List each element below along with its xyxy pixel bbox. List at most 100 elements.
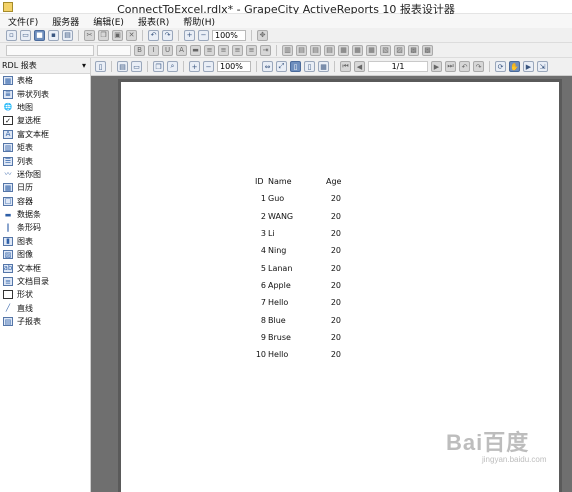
galley-mode-icon[interactable]: ▭ [131,61,142,72]
copy-icon[interactable]: ❐ [98,29,109,41]
single-page-icon[interactable]: ▯ [290,61,301,72]
toolbox-item-line[interactable]: ╱ 直线 [0,302,90,315]
menu-report[interactable]: 报表(R) [138,15,169,28]
toolbox-item-container[interactable]: □ 容器 [0,195,90,208]
toolbox-item-rich-textbox[interactable]: A 富文本框 [0,128,90,141]
align-center-icon[interactable]: ≡ [218,44,229,56]
indent-icon[interactable]: ⇥ [260,44,271,56]
cell-age: 20 [330,246,341,256]
toolbox-item-databar[interactable]: ▬ 数据条 [0,208,90,221]
rich-textbox-icon: A [3,129,13,139]
align-right-icon[interactable]: ≡ [232,44,243,56]
hspace-icon[interactable]: ▧ [380,44,391,56]
toolbox-item-label: 形状 [17,290,33,300]
toolbox-item-list[interactable]: ☰ 列表 [0,154,90,167]
toolbox-item-label: 数据条 [17,210,41,220]
menu-server[interactable]: 服务器 [52,15,79,28]
toolbox-item-subreport[interactable]: ▤ 子报表 [0,315,90,328]
justify-icon[interactable]: ≡ [246,44,257,56]
zoom-select[interactable]: 100% [212,29,246,41]
align-top-icon[interactable]: ▤ [296,44,307,56]
move-icon[interactable]: ✥ [257,29,268,41]
bring-front-icon[interactable]: ▩ [408,44,419,56]
find-icon[interactable]: ⌕ [167,61,178,72]
toolbox-item-shape[interactable]: 形状 [0,288,90,301]
new-icon[interactable]: ▫ [6,29,17,41]
toolbox-item-image[interactable]: ▨ 图像 [0,248,90,261]
menu-edit[interactable]: 编辑(E) [93,15,124,28]
italic-icon[interactable]: I [148,44,159,56]
same-size-icon[interactable]: ▦ [366,44,377,56]
toolbox-item-matrix[interactable]: ▥ 矩表 [0,141,90,154]
separator [147,61,148,72]
menu-help[interactable]: 帮助(H) [183,15,215,28]
page-indicator[interactable]: 1/1 [368,61,428,72]
redo-icon[interactable]: ↷ [162,29,173,41]
toolbox-item-checkbox[interactable]: ✓ 复选框 [0,114,90,127]
toolbox-item-chart[interactable]: ▮ 图表 [0,235,90,248]
toolbox-item-banded-list[interactable]: ≣ 带状列表 [0,87,90,100]
zoom-out-icon[interactable]: − [198,29,209,41]
viewer-zoom-select[interactable]: 100% [217,61,251,72]
forward-icon[interactable]: ↷ [473,61,484,72]
continuous-icon[interactable]: ▯ [304,61,315,72]
print-icon[interactable]: ▤ [117,61,128,72]
report-table: ID Name Age 1 Guo 20 2 WANG 20 3 Li 20 4 Ning 20… [253,173,341,363]
toolbox-item-textbox[interactable]: ab 文本框 [0,261,90,274]
toolbox-item-toc[interactable]: ≡ 文档目录 [0,275,90,288]
toolbox-item-label: 图像 [17,250,33,260]
last-page-icon[interactable]: ⏭ [445,61,456,72]
cell-id: 8 [260,315,266,325]
align-objects-icon[interactable]: ▥ [282,44,293,56]
toolbox-item-table[interactable]: ▦ 表格 [0,74,90,87]
menu-file[interactable]: 文件(F) [8,15,38,28]
fit-page-icon[interactable]: ⤢ [276,61,287,72]
toolbox-item-map[interactable]: 🌐 地图 [0,101,90,114]
toggle-sidebar-icon[interactable]: ▯ [95,61,106,72]
underline-icon[interactable]: U [162,44,173,56]
send-back-icon[interactable]: ▩ [422,44,433,56]
font-family-select[interactable] [6,44,94,56]
cut-icon[interactable]: ✂ [84,29,95,41]
preview-toolbar: ▯ ▤ ▭ ❐ ⌕ + − 100% ⇔ ⤢ ▯ ▯ ▦ ⏮ ◀ 1/1 ▶ ⏭… [91,58,572,76]
save-all-icon[interactable]: ▪ [48,29,59,41]
next-page-icon[interactable]: ▶ [431,61,442,72]
export-icon[interactable]: ⇲ [537,61,548,72]
font-color-icon[interactable]: A [176,44,187,56]
align-middle-icon[interactable]: ▤ [310,44,321,56]
toolbox-header[interactable]: RDL 报表 ▾ [0,58,90,74]
align-bottom-icon[interactable]: ▤ [324,44,335,56]
toolbox-item-label: 日历 [17,183,33,193]
sparkline-icon: 〰 [4,170,12,179]
print-icon[interactable]: ▤ [62,29,73,41]
table-row: 7 Hello 20 [253,294,341,311]
first-page-icon[interactable]: ⏮ [340,61,351,72]
toolbox-item-calendar[interactable]: ▦ 日历 [0,181,90,194]
copy-icon[interactable]: ❐ [153,61,164,72]
vspace-icon[interactable]: ▨ [394,44,405,56]
paste-icon[interactable]: ▣ [112,29,123,41]
undo-icon[interactable]: ↶ [148,29,159,41]
toolbox-item-sparkline[interactable]: 〰迷你图 [0,168,90,181]
refresh-icon[interactable]: ⟳ [495,61,506,72]
same-width-icon[interactable]: ▦ [338,44,349,56]
zoom-in-icon[interactable]: + [189,61,200,72]
pan-icon[interactable]: ✋ [509,61,520,72]
font-size-select[interactable] [97,44,131,56]
bold-icon[interactable]: B [134,44,145,56]
same-height-icon[interactable]: ▦ [352,44,363,56]
prev-page-icon[interactable]: ◀ [354,61,365,72]
fit-width-icon[interactable]: ⇔ [262,61,273,72]
align-left-icon[interactable]: ≡ [204,44,215,56]
toolbox-item-barcode[interactable]: ║ 条形码 [0,221,90,234]
delete-icon[interactable]: ✕ [126,29,137,41]
play-icon[interactable]: ▶ [523,61,534,72]
back-icon[interactable]: ↶ [459,61,470,72]
back-color-icon[interactable]: ▬ [190,44,201,56]
zoom-out-icon[interactable]: − [203,61,214,72]
zoom-in-icon[interactable]: + [184,29,195,41]
multi-page-icon[interactable]: ▦ [318,61,329,72]
shape-icon [3,290,13,300]
open-icon[interactable]: ▭ [20,29,31,41]
save-icon[interactable]: ■ [34,29,45,41]
